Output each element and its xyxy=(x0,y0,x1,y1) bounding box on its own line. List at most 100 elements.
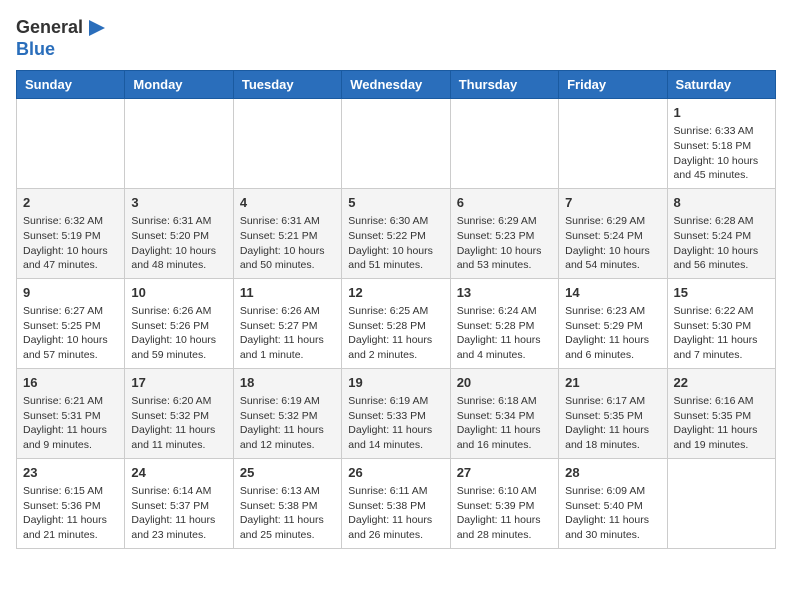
day-number: 13 xyxy=(457,284,552,302)
day-info: Sunrise: 6:25 AM Sunset: 5:28 PM Dayligh… xyxy=(348,304,443,363)
col-header-monday: Monday xyxy=(125,71,233,99)
day-number: 9 xyxy=(23,284,118,302)
day-info: Sunrise: 6:11 AM Sunset: 5:38 PM Dayligh… xyxy=(348,484,443,543)
calendar-cell: 4 Sunrise: 6:31 AM Sunset: 5:21 PM Daylig… xyxy=(233,188,341,278)
day-number: 15 xyxy=(674,284,769,302)
calendar-cell xyxy=(233,99,341,189)
calendar-cell: 28 Sunrise: 6:09 AM Sunset: 5:40 PM Dayli… xyxy=(559,458,667,548)
day-number: 21 xyxy=(565,374,660,392)
calendar-cell xyxy=(667,458,775,548)
calendar-cell: 15 Sunrise: 6:22 AM Sunset: 5:30 PM Dayli… xyxy=(667,278,775,368)
calendar-cell xyxy=(559,99,667,189)
day-info: Sunrise: 6:17 AM Sunset: 5:35 PM Dayligh… xyxy=(565,394,660,453)
logo-icon xyxy=(85,16,109,40)
calendar-cell: 25 Sunrise: 6:13 AM Sunset: 5:38 PM Dayli… xyxy=(233,458,341,548)
calendar-cell: 14 Sunrise: 6:23 AM Sunset: 5:29 PM Dayli… xyxy=(559,278,667,368)
calendar-cell: 22 Sunrise: 6:16 AM Sunset: 5:35 PM Dayli… xyxy=(667,368,775,458)
calendar-cell: 13 Sunrise: 6:24 AM Sunset: 5:28 PM Dayli… xyxy=(450,278,558,368)
day-number: 27 xyxy=(457,464,552,482)
day-number: 22 xyxy=(674,374,769,392)
calendar-cell xyxy=(342,99,450,189)
day-info: Sunrise: 6:18 AM Sunset: 5:34 PM Dayligh… xyxy=(457,394,552,453)
logo-blue-text: Blue xyxy=(16,39,55,59)
col-header-wednesday: Wednesday xyxy=(342,71,450,99)
day-number: 23 xyxy=(23,464,118,482)
calendar-cell: 26 Sunrise: 6:11 AM Sunset: 5:38 PM Dayli… xyxy=(342,458,450,548)
page-header: General Blue xyxy=(16,16,776,60)
day-number: 25 xyxy=(240,464,335,482)
day-number: 16 xyxy=(23,374,118,392)
day-number: 8 xyxy=(674,194,769,212)
day-info: Sunrise: 6:09 AM Sunset: 5:40 PM Dayligh… xyxy=(565,484,660,543)
col-header-sunday: Sunday xyxy=(17,71,125,99)
day-number: 1 xyxy=(674,104,769,122)
day-number: 6 xyxy=(457,194,552,212)
calendar-cell: 7Sunrise: 6:29 AM Sunset: 5:24 PM Daylig… xyxy=(559,188,667,278)
calendar-cell: 5Sunrise: 6:30 AM Sunset: 5:22 PM Daylig… xyxy=(342,188,450,278)
calendar-week-1: 1 Sunrise: 6:33 AM Sunset: 5:18 PM Daylig… xyxy=(17,99,776,189)
day-info: Sunrise: 6:31 AM Sunset: 5:20 PM Dayligh… xyxy=(131,214,226,273)
day-number: 19 xyxy=(348,374,443,392)
day-info: Sunrise: 6:31 AM Sunset: 5:21 PM Dayligh… xyxy=(240,214,335,273)
calendar-cell: 6Sunrise: 6:29 AM Sunset: 5:23 PM Daylig… xyxy=(450,188,558,278)
day-number: 26 xyxy=(348,464,443,482)
day-info: Sunrise: 6:27 AM Sunset: 5:25 PM Dayligh… xyxy=(23,304,118,363)
col-header-friday: Friday xyxy=(559,71,667,99)
calendar-header-row: SundayMondayTuesdayWednesdayThursdayFrid… xyxy=(17,71,776,99)
logo-text: General xyxy=(16,18,83,38)
day-info: Sunrise: 6:24 AM Sunset: 5:28 PM Dayligh… xyxy=(457,304,552,363)
day-info: Sunrise: 6:20 AM Sunset: 5:32 PM Dayligh… xyxy=(131,394,226,453)
day-info: Sunrise: 6:13 AM Sunset: 5:38 PM Dayligh… xyxy=(240,484,335,543)
day-info: Sunrise: 6:32 AM Sunset: 5:19 PM Dayligh… xyxy=(23,214,118,273)
day-info: Sunrise: 6:26 AM Sunset: 5:27 PM Dayligh… xyxy=(240,304,335,363)
calendar-cell xyxy=(450,99,558,189)
day-number: 14 xyxy=(565,284,660,302)
day-info: Sunrise: 6:10 AM Sunset: 5:39 PM Dayligh… xyxy=(457,484,552,543)
calendar-cell: 20 Sunrise: 6:18 AM Sunset: 5:34 PM Dayli… xyxy=(450,368,558,458)
day-number: 28 xyxy=(565,464,660,482)
day-info: Sunrise: 6:26 AM Sunset: 5:26 PM Dayligh… xyxy=(131,304,226,363)
day-number: 2 xyxy=(23,194,118,212)
day-info: Sunrise: 6:15 AM Sunset: 5:36 PM Dayligh… xyxy=(23,484,118,543)
col-header-saturday: Saturday xyxy=(667,71,775,99)
calendar-week-3: 9 Sunrise: 6:27 AM Sunset: 5:25 PM Daylig… xyxy=(17,278,776,368)
day-info: Sunrise: 6:21 AM Sunset: 5:31 PM Dayligh… xyxy=(23,394,118,453)
day-info: Sunrise: 6:23 AM Sunset: 5:29 PM Dayligh… xyxy=(565,304,660,363)
day-info: Sunrise: 6:29 AM Sunset: 5:24 PM Dayligh… xyxy=(565,214,660,273)
calendar-cell: 19 Sunrise: 6:19 AM Sunset: 5:33 PM Dayli… xyxy=(342,368,450,458)
calendar-cell: 12 Sunrise: 6:25 AM Sunset: 5:28 PM Dayli… xyxy=(342,278,450,368)
day-number: 20 xyxy=(457,374,552,392)
calendar-cell: 9 Sunrise: 6:27 AM Sunset: 5:25 PM Daylig… xyxy=(17,278,125,368)
col-header-thursday: Thursday xyxy=(450,71,558,99)
calendar-cell: 1 Sunrise: 6:33 AM Sunset: 5:18 PM Daylig… xyxy=(667,99,775,189)
day-info: Sunrise: 6:14 AM Sunset: 5:37 PM Dayligh… xyxy=(131,484,226,543)
calendar-cell xyxy=(17,99,125,189)
day-info: Sunrise: 6:28 AM Sunset: 5:24 PM Dayligh… xyxy=(674,214,769,273)
day-info: Sunrise: 6:19 AM Sunset: 5:32 PM Dayligh… xyxy=(240,394,335,453)
calendar-week-5: 23 Sunrise: 6:15 AM Sunset: 5:36 PM Dayli… xyxy=(17,458,776,548)
calendar-cell: 24 Sunrise: 6:14 AM Sunset: 5:37 PM Dayli… xyxy=(125,458,233,548)
day-number: 5 xyxy=(348,194,443,212)
day-number: 24 xyxy=(131,464,226,482)
day-info: Sunrise: 6:16 AM Sunset: 5:35 PM Dayligh… xyxy=(674,394,769,453)
calendar-cell: 17 Sunrise: 6:20 AM Sunset: 5:32 PM Dayli… xyxy=(125,368,233,458)
day-info: Sunrise: 6:22 AM Sunset: 5:30 PM Dayligh… xyxy=(674,304,769,363)
day-number: 4 xyxy=(240,194,335,212)
day-info: Sunrise: 6:33 AM Sunset: 5:18 PM Dayligh… xyxy=(674,124,769,183)
calendar-cell xyxy=(125,99,233,189)
day-number: 18 xyxy=(240,374,335,392)
calendar-week-4: 16 Sunrise: 6:21 AM Sunset: 5:31 PM Dayli… xyxy=(17,368,776,458)
calendar-table: SundayMondayTuesdayWednesdayThursdayFrid… xyxy=(16,70,776,549)
day-number: 10 xyxy=(131,284,226,302)
calendar-cell: 21 Sunrise: 6:17 AM Sunset: 5:35 PM Dayli… xyxy=(559,368,667,458)
calendar-cell: 18 Sunrise: 6:19 AM Sunset: 5:32 PM Dayli… xyxy=(233,368,341,458)
calendar-week-2: 2 Sunrise: 6:32 AM Sunset: 5:19 PM Daylig… xyxy=(17,188,776,278)
day-number: 12 xyxy=(348,284,443,302)
calendar-cell: 8 Sunrise: 6:28 AM Sunset: 5:24 PM Daylig… xyxy=(667,188,775,278)
day-number: 17 xyxy=(131,374,226,392)
day-info: Sunrise: 6:19 AM Sunset: 5:33 PM Dayligh… xyxy=(348,394,443,453)
day-number: 3 xyxy=(131,194,226,212)
logo: General Blue xyxy=(16,16,109,60)
day-number: 11 xyxy=(240,284,335,302)
calendar-cell: 23 Sunrise: 6:15 AM Sunset: 5:36 PM Dayli… xyxy=(17,458,125,548)
